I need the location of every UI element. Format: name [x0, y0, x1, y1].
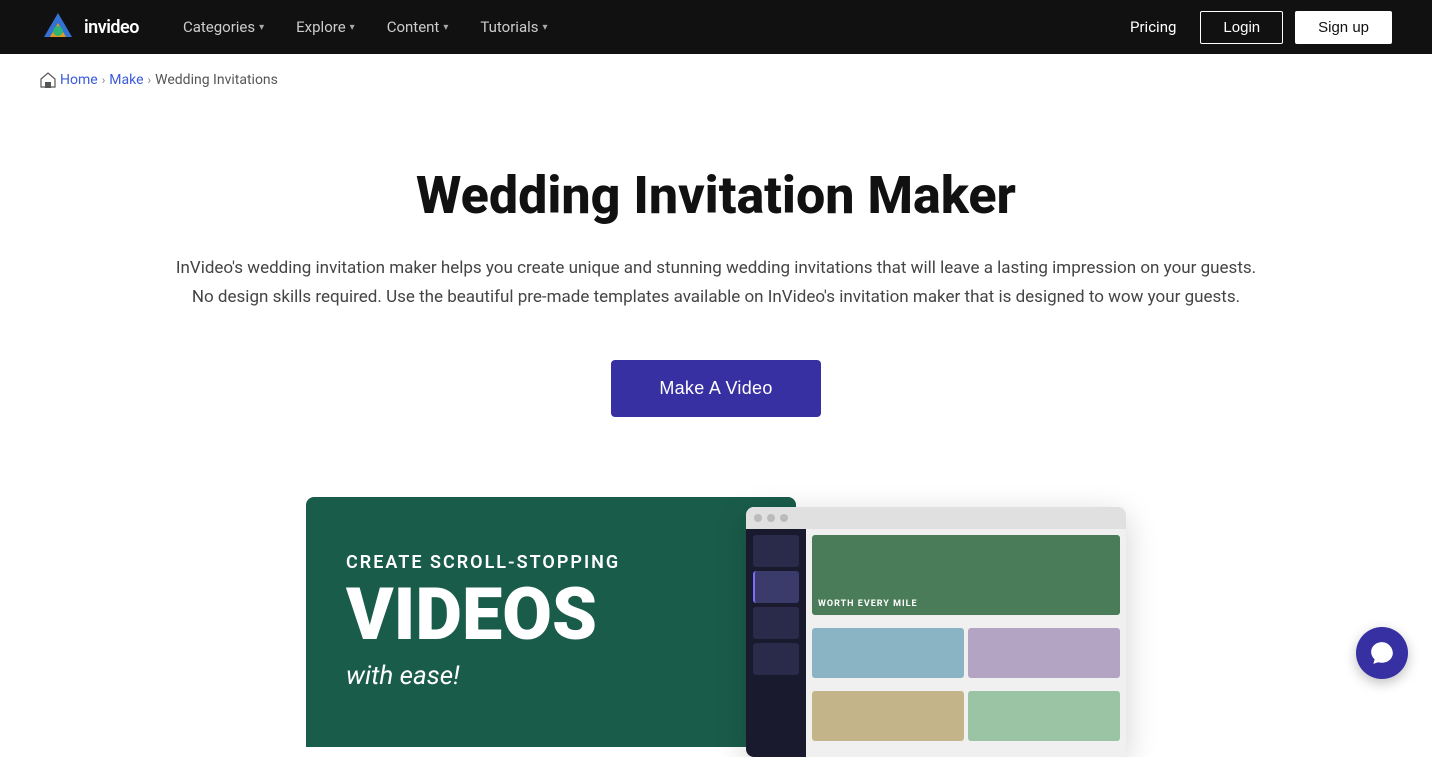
breadcrumb-separator-1: ›	[102, 73, 106, 87]
pricing-link[interactable]: Pricing	[1118, 12, 1188, 42]
browser-dot-green	[780, 514, 788, 522]
nav-categories[interactable]: Categories ▾	[171, 12, 276, 42]
breadcrumb-home[interactable]: Home	[60, 72, 98, 88]
browser-bar	[746, 507, 1126, 529]
nav-links: Categories ▾ Explore ▾ Content ▾ Tutoria…	[171, 12, 1086, 42]
browser-sidebar	[746, 529, 806, 757]
navigation: invideo Categories ▾ Explore ▾ Content ▾…	[0, 0, 1432, 54]
nav-content[interactable]: Content ▾	[375, 12, 461, 42]
browser-dot-yellow	[767, 514, 775, 522]
featured-label: WORTH EVERY MILE	[818, 599, 918, 609]
card-ease-text: with ease!	[346, 661, 756, 691]
breadcrumb-make[interactable]: Make	[109, 72, 143, 88]
browser-main: WORTH EVERY MILE	[806, 529, 1126, 757]
breadcrumb-current: Wedding Invitations	[155, 72, 278, 88]
browser-dot-red	[754, 514, 762, 522]
home-icon	[40, 72, 56, 88]
make-video-button[interactable]: Make A Video	[611, 360, 820, 417]
browser-content: WORTH EVERY MILE	[746, 529, 1126, 757]
breadcrumb: Home › Make › Wedding Invitations	[0, 54, 1432, 106]
chevron-down-icon: ▾	[350, 22, 355, 33]
page-title: Wedding Invitation Maker	[416, 166, 1016, 226]
featured-thumb: WORTH EVERY MILE	[812, 535, 1120, 615]
grid-thumb-3	[812, 691, 964, 741]
chevron-down-icon: ▾	[443, 22, 448, 33]
hero-description: InVideo's wedding invitation maker helps…	[176, 254, 1256, 312]
sidebar-thumb-4	[753, 643, 799, 675]
preview-browser: WORTH EVERY MILE	[746, 507, 1126, 757]
signup-button[interactable]: Sign up	[1295, 11, 1392, 44]
grid-thumb-1	[812, 628, 964, 678]
sidebar-thumb-1	[753, 535, 799, 567]
nav-right: Pricing Login Sign up	[1118, 11, 1392, 44]
grid-thumb-4	[968, 691, 1120, 741]
chevron-down-icon: ▾	[543, 22, 548, 33]
sidebar-thumb-3	[753, 607, 799, 639]
chat-icon	[1369, 640, 1395, 666]
nav-explore[interactable]: Explore ▾	[284, 12, 367, 42]
preview-container: CREATE SCROLL-STOPPING VIDEOS with ease!	[306, 497, 1126, 757]
sidebar-thumb-2	[753, 571, 799, 603]
logo-link[interactable]: invideo	[40, 9, 139, 45]
chevron-down-icon: ▾	[259, 22, 264, 33]
login-button[interactable]: Login	[1200, 11, 1283, 44]
hero-section: Wedding Invitation Maker InVideo's weddi…	[0, 106, 1432, 457]
breadcrumb-separator-2: ›	[148, 73, 152, 87]
card-subtitle: CREATE SCROLL-STOPPING	[346, 552, 756, 573]
logo-text: invideo	[84, 17, 139, 38]
nav-tutorials[interactable]: Tutorials ▾	[468, 12, 559, 42]
preview-card-green: CREATE SCROLL-STOPPING VIDEOS with ease!	[306, 497, 796, 747]
card-main-text: VIDEOS	[346, 579, 756, 651]
invideo-logo-icon	[40, 9, 76, 45]
preview-section: CREATE SCROLL-STOPPING VIDEOS with ease!	[0, 457, 1432, 757]
grid-thumb-2	[968, 628, 1120, 678]
chat-button[interactable]	[1356, 627, 1408, 679]
